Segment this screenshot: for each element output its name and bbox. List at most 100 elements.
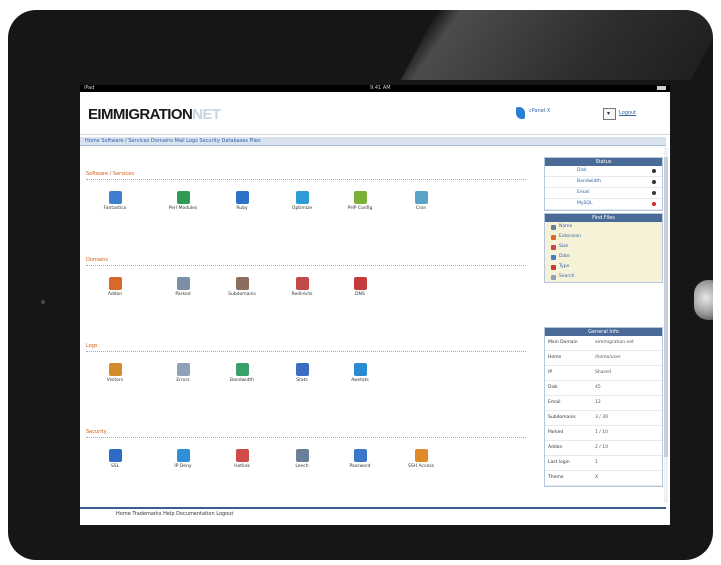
ruby-icon (235, 191, 249, 204)
home-button[interactable] (694, 280, 713, 320)
shortcut-awstats[interactable]: Awstats (335, 363, 385, 383)
info-key: Addon (548, 445, 563, 450)
scrollbar-thumb[interactable] (664, 157, 668, 457)
info-value: 2 / 10 (595, 445, 608, 450)
find-files-label: Date (559, 254, 570, 259)
find-files-label: Type (559, 264, 570, 269)
shortcut-label: Stats (296, 378, 308, 383)
find-files-panel: Find Files Name Extension Size Date Type Sear… (544, 213, 663, 283)
find-files-item[interactable]: Size (545, 242, 662, 252)
info-value: X (595, 475, 599, 480)
optimize-icon (295, 191, 309, 204)
shortcut-stats[interactable]: Stats (277, 363, 327, 383)
info-key: Email (548, 400, 561, 405)
find-files-item[interactable]: Date (545, 252, 662, 262)
shortcut-ssl[interactable]: SSL (90, 449, 140, 469)
warning-icon (652, 202, 656, 206)
shortcut-optimize[interactable]: Optimize (277, 191, 327, 211)
shortcut-redirects[interactable]: Redirects (277, 277, 327, 297)
ip-deny-icon (176, 449, 190, 462)
status-row[interactable]: Email (545, 188, 662, 199)
hotlink-icon (235, 449, 249, 462)
status-row[interactable]: Disk (545, 166, 662, 177)
nav-links[interactable]: Home Software / Services Domains Mail Lo… (85, 137, 261, 145)
shortcut-label: Bandwidth (230, 378, 254, 383)
info-value: 45 (595, 385, 601, 390)
theme-select[interactable]: ▾ (603, 108, 616, 120)
general-info-panel-title: General Info (545, 328, 662, 336)
logout-link[interactable]: Logout (619, 110, 636, 116)
info-value: 1 (595, 460, 598, 465)
file-type-icon (551, 255, 556, 260)
status-bar: iPad 9:41 AM (80, 85, 670, 92)
php-config-icon (353, 191, 367, 204)
bandwidth-icon (235, 363, 249, 376)
shortcut-label: DNS (355, 292, 365, 297)
shortcut-label: Password (349, 464, 371, 469)
shortcut-fantastico[interactable]: Fantastico (90, 191, 140, 211)
shortcut-bandwidth[interactable]: Bandwidth (217, 363, 267, 383)
status-row[interactable]: Bandwidth (545, 177, 662, 188)
leech-icon (295, 449, 309, 462)
shortcut-leech[interactable]: Leech (277, 449, 327, 469)
info-row: IP Shared (545, 366, 662, 381)
shortcut-label: SSL (110, 464, 120, 469)
shortcut-visitors[interactable]: Visitors (90, 363, 140, 383)
file-type-icon (551, 225, 556, 230)
shortcut-label: Addon (107, 292, 123, 297)
visitors-icon (108, 363, 122, 376)
info-row: Email 12 (545, 396, 662, 411)
shortcut-label: Subdomains (228, 292, 256, 297)
status-panel: Status Disk Bandwidth Email MySQL (544, 157, 663, 211)
shortcut-label: Hotlink (234, 464, 250, 469)
shortcut-perl-modules[interactable]: Perl Modules (158, 191, 208, 211)
shortcut-php-config[interactable]: PHP Config (335, 191, 385, 211)
main-content: Software / Services Fantastico Perl Module… (80, 147, 535, 507)
info-row: Main Domain eimmigration.net (545, 336, 662, 351)
site-logo[interactable]: EIMMIGRATIONNET (88, 106, 221, 123)
footer-links[interactable]: Home Trademarks Help Documentation Logou… (116, 511, 233, 517)
perl-modules-icon (176, 191, 190, 204)
find-files-item[interactable]: Extension (545, 232, 662, 242)
shortcut-subdomains[interactable]: Subdomains (217, 277, 267, 297)
status-row[interactable]: MySQL (545, 199, 662, 210)
dns-icon (353, 277, 367, 290)
sidebar: Status Disk Bandwidth Email MySQL Find File… (544, 157, 663, 509)
site-header: EIMMIGRATIONNET cPanel X ▾ Logout (80, 92, 670, 135)
section-divider (86, 437, 526, 438)
logo-suffix-text: NET (192, 106, 221, 123)
page-footer: Home Trademarks Help Documentation Logou… (80, 507, 666, 523)
shortcut-parked[interactable]: Parked (158, 277, 208, 297)
front-camera (41, 300, 45, 304)
info-value: /home/user (595, 355, 621, 360)
shortcut-ssh-access[interactable]: SSH Access (396, 449, 446, 469)
shortcut-hotlink[interactable]: Hotlink (217, 449, 267, 469)
file-type-icon (551, 275, 556, 280)
shortcut-ruby[interactable]: Ruby (217, 191, 267, 211)
find-files-label: Name (559, 224, 573, 229)
find-files-item[interactable]: Search (545, 272, 662, 282)
info-row: Addon 2 / 10 (545, 441, 662, 456)
shortcut-label: Cron (415, 206, 427, 211)
section-title: Software / Services (86, 171, 134, 177)
check-icon (652, 180, 656, 184)
shortcut-password[interactable]: Password (335, 449, 385, 469)
shortcut-addon[interactable]: Addon (90, 277, 140, 297)
find-files-item[interactable]: Name (545, 222, 662, 232)
breadcrumb-nav: Home Software / Services Domains Mail Lo… (80, 137, 666, 146)
info-row: Subdomains 3 / 30 (545, 411, 662, 426)
info-key: Disk (548, 385, 558, 390)
shortcut-cron[interactable]: Cron (396, 191, 446, 211)
password-icon (353, 449, 367, 462)
parked-icon (176, 277, 190, 290)
shortcut-errors[interactable]: Errors (158, 363, 208, 383)
addon-icon (108, 277, 122, 290)
shortcut-dns[interactable]: DNS (335, 277, 385, 297)
shortcut-label: PHP Config (347, 206, 373, 211)
shortcut-ip-deny[interactable]: IP Deny (158, 449, 208, 469)
info-key: Main Domain (548, 340, 578, 345)
page-scrollbar[interactable] (664, 147, 668, 503)
shortcut-label: Redirects (291, 292, 313, 297)
info-row: Theme X (545, 471, 662, 486)
find-files-item[interactable]: Type (545, 262, 662, 272)
